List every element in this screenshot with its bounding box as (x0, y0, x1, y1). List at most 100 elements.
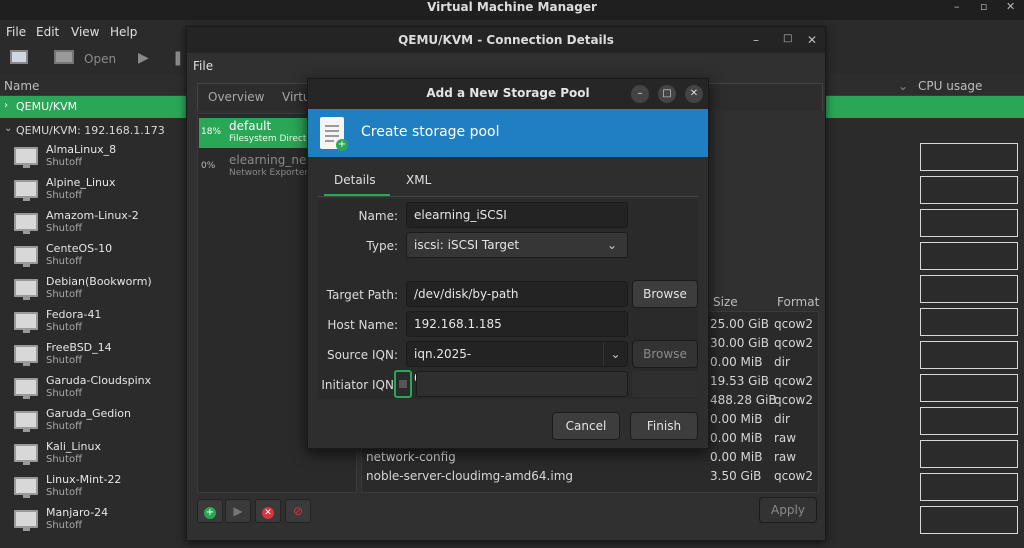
stop-pool-button[interactable]: ✕ (255, 499, 281, 523)
name-field[interactable]: elearning_iSCSI (406, 202, 628, 228)
cancel-button[interactable]: Cancel (552, 412, 620, 440)
initiator-iqn-checkbox[interactable] (394, 370, 412, 398)
vm-row[interactable]: Fedora-41 Shutoff (0, 305, 190, 338)
play-icon: ▶ (233, 504, 243, 518)
initiator-placeholder (632, 371, 698, 397)
vm-row[interactable]: FreeBSD_14 Shutoff (0, 338, 190, 371)
vm-row[interactable]: Garuda-Cloudspinx Shutoff (0, 371, 190, 404)
vm-row[interactable]: Alpine_Linux Shutoff (0, 173, 190, 206)
vm-state: Shutoff (46, 520, 82, 531)
connection-row-remote[interactable]: ⌄ QEMU/KVM: 192.168.1.173 (0, 120, 190, 140)
vm-state: Shutoff (46, 454, 82, 465)
volume-format: qcow2 (774, 374, 814, 388)
vm-row[interactable]: AlmaLinux_8 Shutoff (0, 140, 190, 173)
browse-target-button[interactable]: Browse (632, 280, 698, 308)
maximize-icon[interactable]: □ (658, 85, 676, 103)
menu-view[interactable]: View (71, 25, 99, 39)
source-iqn-combo[interactable]: iqn.2025-05.truenas.local:elearning ⌄ (406, 341, 628, 385)
format-column-header[interactable]: Format (777, 295, 819, 309)
vm-state: Shutoff (46, 421, 82, 432)
vm-monitor-icon (14, 279, 38, 300)
vm-row[interactable]: Linux-Mint-22 Shutoff (0, 470, 190, 503)
pool-type: Filesystem Directo (229, 134, 312, 144)
close-icon[interactable]: ✕ (685, 85, 703, 103)
vm-state: Shutoff (46, 355, 82, 366)
monitor-icon[interactable] (54, 50, 74, 64)
menu-help[interactable]: Help (110, 25, 137, 39)
pool-type: Network Exporter (229, 168, 309, 178)
vm-name: Linux-Mint-22 (46, 473, 122, 486)
maximize-icon[interactable]: □ (783, 33, 792, 44)
target-path-field[interactable]: /dev/disk/by-path (406, 281, 628, 307)
vm-state: Shutoff (46, 157, 82, 168)
tab-details[interactable]: Details (334, 173, 376, 187)
add-pool-button[interactable]: + (197, 499, 223, 523)
finish-button[interactable]: Finish (630, 412, 698, 440)
play-icon[interactable]: ▶ (138, 50, 149, 66)
vm-name: Alpine_Linux (46, 176, 116, 189)
name-column-header[interactable]: Name (4, 79, 39, 93)
vm-state: Shutoff (46, 487, 82, 498)
vm-monitor-icon (14, 444, 38, 465)
vm-row[interactable]: Amazom-Linux-2 Shutoff (0, 206, 190, 239)
new-vm-icon[interactable] (10, 50, 28, 64)
cpu-graph (920, 143, 1018, 171)
apply-button[interactable]: Apply (759, 497, 817, 523)
cpu-graph (920, 374, 1018, 402)
volume-size: 0.00 MiB (710, 450, 763, 464)
vm-name: Manjaro-24 (46, 506, 109, 519)
vm-state: Shutoff (46, 223, 82, 234)
host-name-field[interactable]: 192.168.1.185 (406, 311, 628, 337)
host-name-label: Host Name: (327, 318, 398, 332)
vm-row[interactable]: Kali_Linux Shutoff (0, 437, 190, 470)
chevron-down-icon[interactable]: ⌄ (603, 342, 627, 366)
volume-size: 488.28 GiB (710, 393, 777, 407)
maximize-icon[interactable]: ▫ (980, 0, 987, 14)
cpu-graph (920, 506, 1018, 534)
close-icon[interactable]: ✕ (807, 33, 817, 47)
minimize-icon[interactable]: – (954, 0, 960, 14)
selected-row-highlight (826, 96, 1024, 118)
volume-format: qcow2 (774, 469, 814, 483)
volume-size: 0.00 MiB (710, 431, 763, 445)
vm-name: Fedora-41 (46, 308, 102, 321)
vm-row[interactable]: Debian(Bookworm) Shutoff (0, 272, 190, 305)
vm-row[interactable]: Garuda_Gedion Shutoff (0, 404, 190, 437)
vm-monitor-icon (14, 147, 38, 168)
vm-state: Shutoff (46, 388, 82, 399)
menu-edit[interactable]: Edit (36, 25, 59, 39)
vm-row[interactable]: CenteOS-10 Shutoff (0, 239, 190, 272)
volume-format: raw (774, 431, 797, 445)
minimize-icon[interactable]: – (753, 33, 759, 47)
volume-name[interactable]: noble-server-cloudimg-amd64.img (366, 469, 573, 483)
browse-iqn-button[interactable]: Browse (632, 340, 698, 368)
open-button[interactable]: Open (84, 52, 116, 66)
connection-label: QEMU/KVM: 192.168.1.173 (16, 124, 165, 137)
name-label: Name: (358, 209, 398, 223)
volume-format: qcow2 (774, 336, 814, 350)
cpu-column-header[interactable]: CPU usage (918, 79, 982, 93)
vm-name: CenteOS-10 (46, 242, 113, 255)
delete-pool-button[interactable]: ⊘ (285, 499, 311, 523)
banner-title: Create storage pool (361, 124, 500, 140)
initiator-iqn-field[interactable] (416, 371, 628, 397)
pause-icon[interactable]: ❚ (172, 50, 184, 66)
vm-row[interactable]: Manjaro-24 Shutoff (0, 503, 190, 536)
pool-usage: 18% (201, 127, 222, 137)
tab-xml[interactable]: XML (406, 173, 431, 187)
vm-monitor-icon (14, 312, 38, 333)
menu-file[interactable]: File (6, 25, 26, 39)
details-form: Name: elearning_iSCSI Type: iscsi: iSCSI… (318, 199, 698, 399)
close-icon[interactable]: ✕ (1006, 0, 1015, 14)
minimize-icon[interactable]: – (631, 85, 649, 103)
type-select[interactable]: iscsi: iSCSI Target ⌄ (406, 232, 628, 258)
vm-name: Debian(Bookworm) (46, 275, 152, 288)
tab-overview[interactable]: Overview (208, 90, 265, 104)
stop-icon: ✕ (262, 507, 274, 519)
volume-name[interactable]: network-config (366, 450, 456, 464)
cpu-graph (920, 209, 1018, 237)
menu-file[interactable]: File (193, 59, 213, 73)
vm-name: Amazom-Linux-2 (46, 209, 139, 222)
size-column-header[interactable]: Size (713, 295, 738, 309)
start-pool-button[interactable]: ▶ (225, 499, 251, 523)
